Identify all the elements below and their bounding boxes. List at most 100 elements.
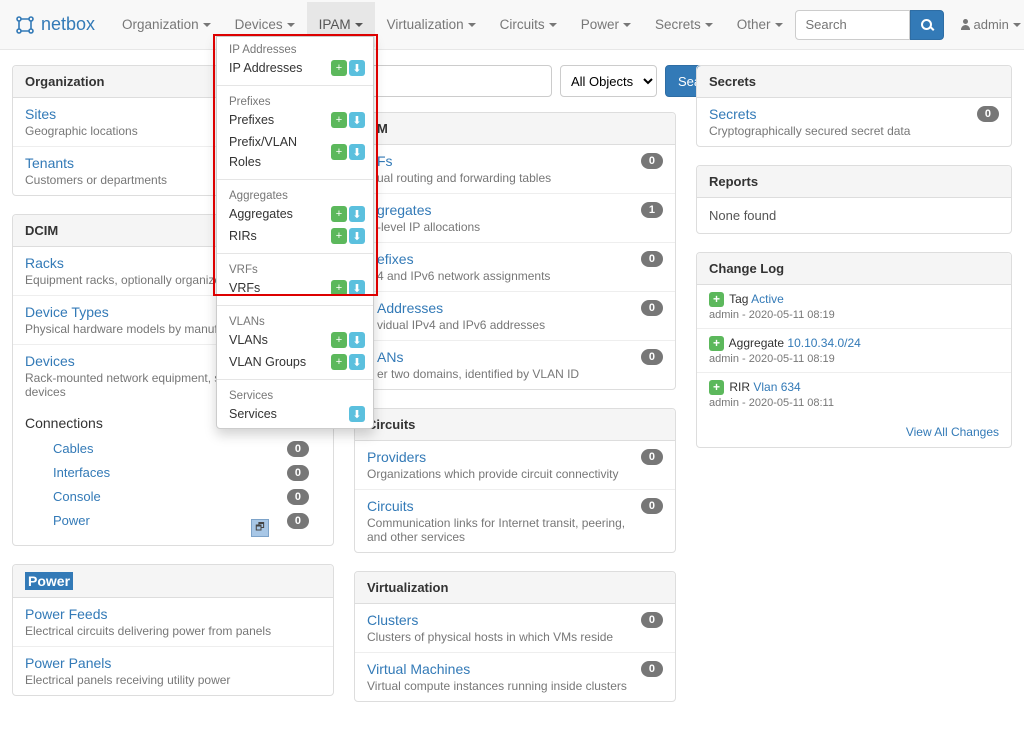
object-type-select[interactable]: All Objects xyxy=(560,65,657,97)
power-panel: Power Power Feeds Electrical circuits del… xyxy=(12,564,334,696)
secrets-panel: Secrets SecretsCryptographically secured… xyxy=(696,65,1012,147)
import-icon[interactable]: ⬇ xyxy=(349,144,365,160)
plus-icon[interactable]: + xyxy=(331,144,347,160)
dropdown-link[interactable]: VRFs xyxy=(229,278,331,298)
nav-organization[interactable]: Organization xyxy=(110,2,223,47)
plus-icon[interactable]: + xyxy=(331,332,347,348)
item-link[interactable]: Fs xyxy=(377,153,641,169)
nav-menu: OrganizationDevicesIPAMVirtualizationCir… xyxy=(110,2,794,47)
dropdown-link[interactable]: IP Addresses xyxy=(229,58,331,78)
import-icon[interactable]: ⬇ xyxy=(349,112,365,128)
import-icon[interactable]: ⬇ xyxy=(349,406,365,422)
plus-icon: + xyxy=(709,380,724,395)
dropdown-item[interactable]: Services⬇ xyxy=(217,403,373,425)
import-icon[interactable]: ⬇ xyxy=(349,228,365,244)
dropdown-item[interactable]: VLAN Groups+⬇ xyxy=(217,351,373,373)
item-link[interactable]: Virtual Machines xyxy=(367,661,641,677)
item-link[interactable]: Circuits xyxy=(367,498,641,514)
changelog-object-link[interactable]: Vlan 634 xyxy=(753,380,800,394)
chevron-down-icon xyxy=(775,23,783,27)
view-all-changes-link[interactable]: View All Changes xyxy=(906,425,999,439)
dropdown-item[interactable]: RIRs+⬇ xyxy=(217,225,373,247)
item-description: er two domains, identified by VLAN ID xyxy=(377,367,641,381)
dropdown-link[interactable]: Aggregates xyxy=(229,204,331,224)
dropdown-item[interactable]: Aggregates+⬇ xyxy=(217,203,373,225)
dropdown-item[interactable]: Prefix/VLAN Roles+⬇ xyxy=(217,131,373,173)
item-link[interactable]: Providers xyxy=(367,449,641,465)
connection-link[interactable]: Power xyxy=(53,513,90,529)
nav-virtualization[interactable]: Virtualization xyxy=(375,2,488,47)
changelog-object-link[interactable]: Active xyxy=(751,292,784,306)
count-badge: 1 xyxy=(641,202,663,218)
dropdown-link[interactable]: RIRs xyxy=(229,226,331,246)
plus-icon[interactable]: + xyxy=(331,228,347,244)
global-search xyxy=(795,10,944,40)
list-item: ANs er two domains, identified by VLAN ID… xyxy=(355,341,675,389)
changelog-footer: View All Changes xyxy=(697,416,1011,447)
dropdown-link[interactable]: Prefixes xyxy=(229,110,331,130)
changelog-items: + Tag Activeadmin - 2020-05-11 08:19+ Ag… xyxy=(697,285,1011,416)
object-search-input[interactable] xyxy=(354,65,552,97)
dropdown-link[interactable]: VLAN Groups xyxy=(229,352,331,372)
brand-logo[interactable]: netbox xyxy=(15,14,95,35)
item-description: Clusters of physical hosts in which VMs … xyxy=(367,630,641,644)
count-badge: 0 xyxy=(641,498,663,514)
dropdown-link[interactable]: Prefix/VLAN Roles xyxy=(229,132,331,172)
nav-other[interactable]: Other xyxy=(725,2,795,47)
plus-icon[interactable]: + xyxy=(331,60,347,76)
item-link[interactable]: Power Feeds xyxy=(25,606,321,622)
dropdown-item[interactable]: IP Addresses+⬇ xyxy=(217,57,373,79)
chevron-down-icon xyxy=(1013,23,1021,27)
item-link[interactable]: Power Panels xyxy=(25,655,321,671)
dropdown-link[interactable]: Services xyxy=(229,404,349,424)
plus-icon[interactable]: + xyxy=(331,112,347,128)
nav-circuits[interactable]: Circuits xyxy=(488,2,569,47)
list-item: Power Feeds Electrical circuits deliverin… xyxy=(13,598,333,647)
changelog-meta: admin - 2020-05-11 08:19 xyxy=(709,309,999,321)
import-icon[interactable]: ⬇ xyxy=(349,354,365,370)
connection-link[interactable]: Console xyxy=(53,489,101,505)
item-description: -level IP allocations xyxy=(377,220,641,234)
connection-item: Console0 xyxy=(37,485,321,509)
nav-power[interactable]: Power xyxy=(569,2,643,47)
connection-link[interactable]: Interfaces xyxy=(53,465,110,481)
virtualization-panel: Virtualization ClustersClusters of physi… xyxy=(354,571,676,702)
item-link[interactable]: Clusters xyxy=(367,612,641,628)
list-item: gregates -level IP allocations1 xyxy=(355,194,675,243)
connection-item: Cables0 xyxy=(37,437,321,461)
import-icon[interactable]: ⬇ xyxy=(349,206,365,222)
chevron-down-icon xyxy=(203,23,211,27)
dropdown-item[interactable]: VRFs+⬇ xyxy=(217,277,373,299)
global-search-button[interactable] xyxy=(910,10,944,40)
plus-icon[interactable]: + xyxy=(331,354,347,370)
item-link[interactable]: gregates xyxy=(377,202,641,218)
dropdown-item[interactable]: VLANs+⬇ xyxy=(217,329,373,351)
import-icon[interactable]: ⬇ xyxy=(349,60,365,76)
user-name: admin xyxy=(974,17,1009,32)
netbox-icon xyxy=(15,15,35,35)
changelog-type: Aggregate xyxy=(729,336,784,350)
item-link[interactable]: efixes xyxy=(377,251,641,267)
item-description: Electrical circuits delivering power fro… xyxy=(25,624,321,638)
nav-secrets[interactable]: Secrets xyxy=(643,2,725,47)
translate-icon[interactable]: 🗗 xyxy=(251,519,269,537)
user-menu[interactable]: admin xyxy=(952,17,1024,32)
item-link[interactable]: Addresses xyxy=(377,300,641,316)
plus-icon[interactable]: + xyxy=(331,280,347,296)
import-icon[interactable]: ⬇ xyxy=(349,280,365,296)
changelog-item: + RIR Vlan 634admin - 2020-05-11 08:11 xyxy=(697,373,1011,416)
dropdown-header: IP Addresses xyxy=(217,40,373,57)
panel-header: Power xyxy=(13,565,333,598)
connections-list: Cables0Interfaces0Console0Power0 xyxy=(25,433,321,537)
connection-link[interactable]: Cables xyxy=(53,441,93,457)
global-search-input[interactable] xyxy=(795,10,910,40)
import-icon[interactable]: ⬇ xyxy=(349,332,365,348)
middle-column: All Objects Search M Fsual routing and f… xyxy=(354,65,676,720)
plus-icon[interactable]: + xyxy=(331,206,347,222)
power-items: Power Feeds Electrical circuits deliverin… xyxy=(13,598,333,695)
dropdown-item[interactable]: Prefixes+⬇ xyxy=(217,109,373,131)
item-link[interactable]: ANs xyxy=(377,349,641,365)
dropdown-link[interactable]: VLANs xyxy=(229,330,331,350)
item-link[interactable]: Secrets xyxy=(709,106,977,122)
changelog-object-link[interactable]: 10.10.34.0/24 xyxy=(787,336,860,350)
